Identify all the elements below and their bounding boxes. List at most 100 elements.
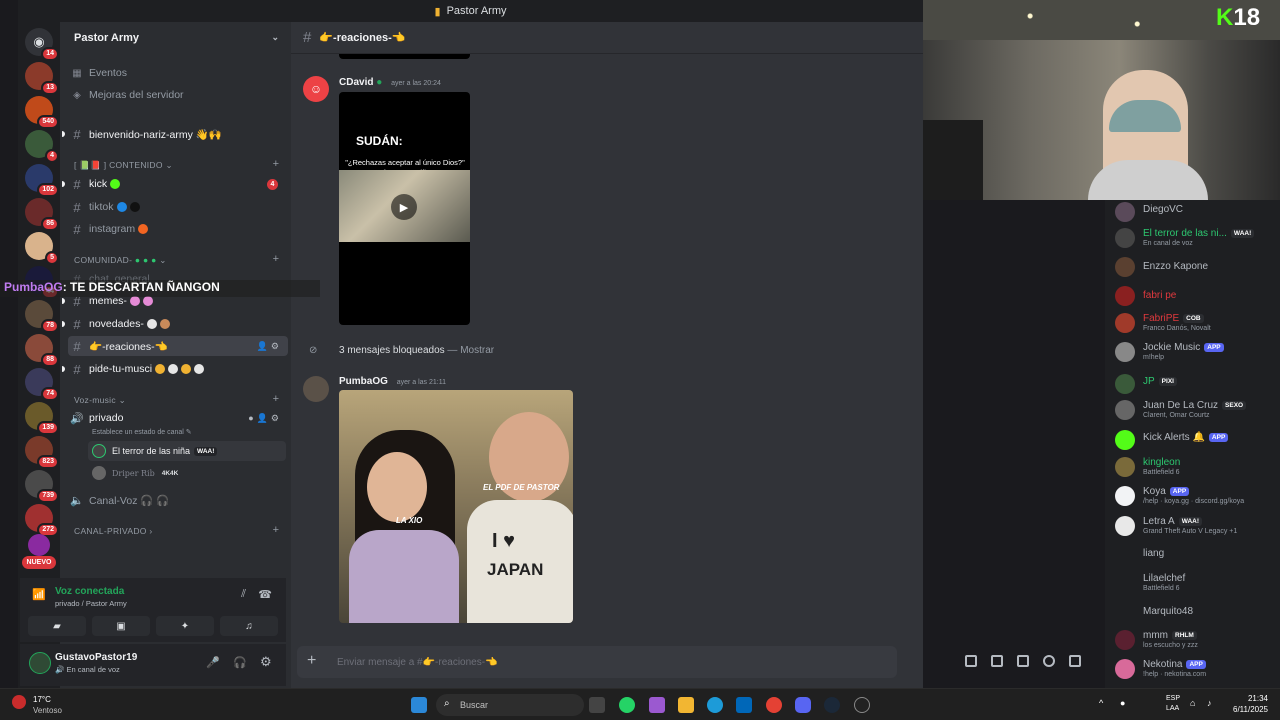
video-attachment[interactable]: SUDÁN: "¿Rechazas aceptar al único Dios?… [339, 92, 470, 325]
server-icon[interactable]: 139 [25, 402, 59, 435]
server-icon[interactable]: 86 [25, 198, 59, 231]
clock-date[interactable]: 6/11/2025 [1228, 705, 1268, 714]
member-item[interactable]: Lilaelchef Battlefield 6 [1115, 571, 1275, 597]
gif-icon[interactable] [991, 655, 1003, 667]
tray-app-icon[interactable]: ● [1120, 698, 1125, 708]
category-canal-privado[interactable]: CANAL-PRIVADO › [74, 526, 153, 536]
play-icon[interactable]: ▶ [391, 194, 417, 220]
member-item[interactable]: Nekotina APP !help · nekotina.com [1115, 657, 1275, 683]
steam-icon[interactable] [824, 697, 840, 713]
noise-suppression-icon[interactable]: ⫽ [241, 588, 246, 601]
copilot-icon[interactable] [649, 697, 665, 713]
voice-channel-privado[interactable]: 🔊 privado ●👤⚙ [68, 408, 288, 428]
settings-gear-icon[interactable]: ⚙ [260, 654, 272, 670]
keyboard-layout[interactable]: LAA [1166, 705, 1179, 712]
author-name[interactable]: PumbaOG [339, 376, 388, 387]
member-item[interactable]: liang [1115, 544, 1275, 570]
add-channel-icon[interactable]: + [273, 393, 279, 405]
category-contenido[interactable]: [ 📗📕 ] CONTENIDO ⌄ [74, 160, 173, 171]
screen-share-button[interactable]: ▣ [92, 616, 150, 636]
task-view-icon[interactable] [589, 697, 605, 713]
sticker-icon[interactable] [1017, 655, 1029, 667]
author-name[interactable]: CDavid [339, 77, 373, 88]
taskbar-search[interactable]: ⌕ Buscar [436, 694, 584, 716]
channel-welcome[interactable]: # bienvenido-nariz-army 👋🙌 [62, 124, 288, 144]
server-icon[interactable]: 78 [25, 300, 59, 333]
voice-channel-canal-voz[interactable]: 🔈 Canal-Voz 🎧 🎧 [68, 490, 288, 510]
previous-media[interactable] [339, 54, 470, 59]
add-attachment-icon[interactable]: + [307, 652, 316, 670]
voice-channel-actions[interactable]: ●👤⚙ [248, 413, 282, 424]
chevron-up-icon[interactable]: ^ [1099, 698, 1103, 708]
camera-button[interactable]: ▰ [28, 616, 86, 636]
server-icon[interactable]: 823 [25, 436, 59, 469]
network-icon[interactable]: ⌂ [1190, 698, 1195, 708]
clock-time[interactable]: 21:34 [1228, 694, 1268, 703]
member-item[interactable]: DiegoVC [1115, 200, 1275, 226]
headphones-icon[interactable]: 🎧 [233, 656, 247, 669]
member-item[interactable]: kingleon Battlefield 6 [1115, 455, 1275, 481]
server-icon[interactable]: 102 [25, 164, 59, 197]
member-item[interactable]: JP PIXI [1115, 372, 1275, 398]
voice-user[interactable]: El terror de las niña WAA! [88, 441, 286, 461]
language-indicator[interactable]: ESP [1166, 695, 1180, 702]
avatar[interactable] [303, 376, 329, 402]
disconnect-icon[interactable]: ☎ [258, 588, 272, 601]
member-item[interactable]: Kick Alerts 🔔 APP [1115, 428, 1275, 454]
server-icon[interactable]: 540 [25, 96, 59, 129]
discord-icon[interactable] [795, 697, 811, 713]
weather-temp[interactable]: 17°C [33, 695, 51, 704]
voice-user[interactable]: Driper Rib 4K4K [88, 463, 286, 483]
apps-icon[interactable] [1069, 655, 1081, 667]
member-item[interactable]: Koya APP/help · koya.gg · discord.gg/koya [1115, 484, 1275, 510]
activities-button[interactable]: ✦ [156, 616, 214, 636]
add-channel-icon[interactable]: + [273, 253, 279, 265]
obs-icon[interactable] [854, 697, 870, 713]
direct-messages-button[interactable]: ◉ 14 [25, 28, 59, 61]
member-item[interactable]: Enzzo Kapone [1115, 255, 1275, 281]
avatar[interactable]: ☺ [303, 76, 329, 102]
server-icon[interactable]: 4 [25, 130, 59, 163]
events-item[interactable]: ▦ Eventos [68, 63, 288, 83]
emoji-icon[interactable] [1043, 655, 1055, 667]
add-channel-icon[interactable]: + [273, 158, 279, 170]
server-icon[interactable]: 13 [25, 62, 59, 95]
server-header[interactable]: Pastor Army ⌄ [60, 22, 291, 54]
channel-kick[interactable]: # kick 4 [62, 174, 288, 194]
member-item[interactable]: Juan De La Cruz SEXO Clarent, Omar Courtz [1115, 398, 1275, 424]
member-item[interactable]: Letra A WAA! Grand Theft Auto V Legacy +1 [1115, 514, 1275, 540]
channel-status-prompt[interactable]: Establece un estado de canal ✎ [92, 428, 192, 436]
microphone-icon[interactable]: 🎤 [206, 656, 220, 669]
weather-icon[interactable] [12, 695, 26, 709]
volume-icon[interactable]: ♪ [1207, 698, 1212, 708]
show-blocked-link[interactable]: Mostrar [460, 345, 494, 356]
member-item[interactable]: Jockie Music APP m!help [1115, 340, 1275, 366]
server-icon[interactable]: 88 [25, 334, 59, 367]
member-item[interactable]: El terror de las ni... WAA! En canal de vo… [1115, 226, 1275, 252]
avatar[interactable] [29, 652, 51, 674]
channel-novedades[interactable]: # novedades- [62, 314, 288, 334]
server-icon[interactable]: 739 [25, 470, 59, 503]
whatsapp-icon[interactable] [619, 697, 635, 713]
member-item[interactable]: fabri pe [1115, 284, 1275, 310]
member-item[interactable]: FabriPE COB Franco Danós, Novalt [1115, 311, 1275, 337]
server-icon[interactable] [28, 534, 50, 556]
add-member-icon[interactable]: 👤⚙ [257, 341, 282, 352]
file-explorer-icon[interactable] [678, 697, 694, 713]
category-voz-music[interactable]: Voz-music ⌄ [74, 395, 126, 406]
add-channel-icon[interactable]: + [273, 524, 279, 536]
server-icon[interactable]: 5 [25, 232, 59, 265]
voice-status-subtitle[interactable]: privado / Pastor Army [55, 599, 127, 608]
channel-pide-tu-musci[interactable]: # pide-tu-musci [62, 359, 288, 379]
edge-icon[interactable] [707, 697, 723, 713]
channel-tiktok[interactable]: # tiktok [68, 197, 288, 217]
image-attachment[interactable]: LA XIO EL PDF DE PASTOR I ♥ JAPAN [339, 390, 573, 623]
soundboard-button[interactable]: ♫ [220, 616, 278, 636]
windows-start-icon[interactable] [411, 697, 427, 713]
member-item[interactable]: Marquito48 [1115, 602, 1275, 628]
weather-desc[interactable]: Ventoso [33, 706, 62, 715]
gift-icon[interactable] [965, 655, 977, 667]
channel-instagram[interactable]: # instagram [68, 219, 288, 239]
server-boosts-item[interactable]: ◈ Mejoras del servidor [68, 85, 288, 105]
store-icon[interactable] [736, 697, 752, 713]
